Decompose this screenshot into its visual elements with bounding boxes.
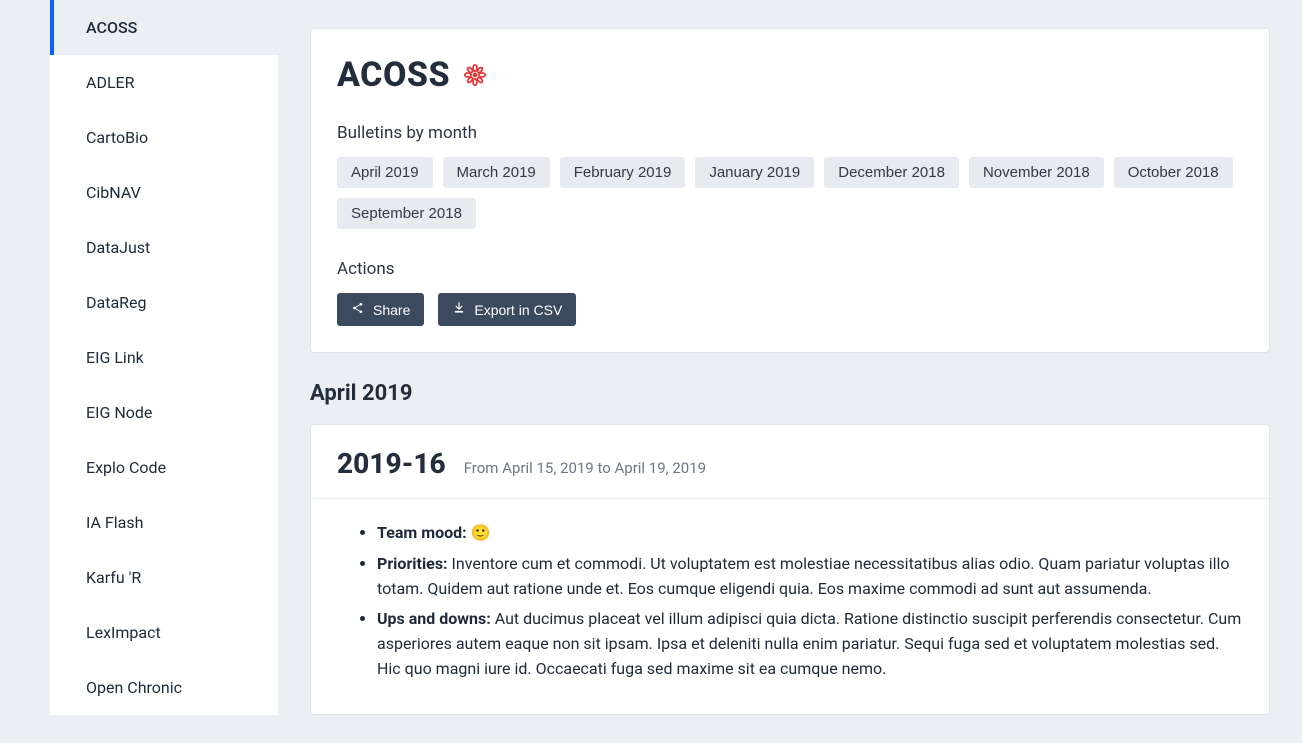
sidebar-item-label: ADLER <box>86 73 135 92</box>
sidebar-item-eig-link[interactable]: EIG Link <box>50 330 278 385</box>
sidebar-item-open-chronic[interactable]: Open Chronic <box>50 660 278 715</box>
sidebar-item-label: Open Chronic <box>86 678 182 697</box>
page-title: ACOSS <box>337 55 1243 95</box>
sidebar-item-karfu-r[interactable]: Karfu 'R <box>50 550 278 605</box>
bulletin-item-priorities: Priorities: Inventore cum et commodi. Ut… <box>377 552 1243 602</box>
sidebar-item-label: LexImpact <box>86 623 161 642</box>
download-icon <box>452 301 466 318</box>
bulletin-card: 2019-16 From April 15, 2019 to April 19,… <box>310 424 1270 715</box>
month-heading: April 2019 <box>310 381 1270 406</box>
share-button-label: Share <box>373 302 410 318</box>
share-button[interactable]: Share <box>337 293 424 326</box>
mood-label: Team mood: <box>377 523 467 542</box>
priorities-text: Inventore cum et commodi. Ut voluptatem … <box>377 554 1230 598</box>
actions-label: Actions <box>337 259 1243 279</box>
sidebar-item-label: EIG Link <box>86 348 144 367</box>
sidebar-item-label: Karfu 'R <box>86 568 141 587</box>
sidebar-item-datajust[interactable]: DataJust <box>50 220 278 275</box>
share-icon <box>351 301 365 318</box>
project-header-card: ACOSS Bulletins by month <box>310 28 1270 353</box>
bulletin-header: 2019-16 From April 15, 2019 to April 19,… <box>311 425 1269 499</box>
sidebar: ACOSS ADLER CartoBio CibNAV DataJust DataReg E… <box>0 0 278 743</box>
month-chip-january-2019[interactable]: January 2019 <box>695 157 814 188</box>
bulletin-body: Team mood: 🙂 Priorities: Inventore cum e… <box>311 499 1269 714</box>
page-title-text: ACOSS <box>337 55 450 95</box>
bulletin-item-mood: Team mood: 🙂 <box>377 521 1243 546</box>
sidebar-item-label: CibNAV <box>86 183 141 202</box>
month-chip-march-2019[interactable]: March 2019 <box>443 157 550 188</box>
month-chip-october-2018[interactable]: October 2018 <box>1114 157 1233 188</box>
bulletin-dates: From April 15, 2019 to April 19, 2019 <box>464 459 706 477</box>
ups-text: Aut ducimus placeat vel illum adipisci q… <box>377 609 1241 678</box>
priorities-label: Priorities: <box>377 554 448 573</box>
sidebar-item-explo-code[interactable]: Explo Code <box>50 440 278 495</box>
sidebar-item-label: EIG Node <box>86 403 152 422</box>
mood-emoji: 🙂 <box>471 523 491 542</box>
bulletin-item-ups: Ups and downs: Aut ducimus placeat vel i… <box>377 607 1243 681</box>
sidebar-item-cartobio[interactable]: CartoBio <box>50 110 278 165</box>
sidebar-item-label: ACOSS <box>86 18 137 37</box>
sidebar-item-label: DataReg <box>86 293 146 312</box>
sidebar-item-cibnav[interactable]: CibNAV <box>50 165 278 220</box>
sidebar-item-label: IA Flash <box>86 513 143 532</box>
month-chip-december-2018[interactable]: December 2018 <box>824 157 959 188</box>
bulletins-label: Bulletins by month <box>337 123 1243 143</box>
sidebar-item-eig-node[interactable]: EIG Node <box>50 385 278 440</box>
month-chip-row: April 2019 March 2019 February 2019 January… <box>337 157 1243 229</box>
month-chip-september-2018[interactable]: September 2018 <box>337 198 476 229</box>
month-chip-november-2018[interactable]: November 2018 <box>969 157 1104 188</box>
bulletin-id: 2019-16 <box>337 447 446 480</box>
flower-icon <box>462 62 488 88</box>
month-chip-april-2019[interactable]: April 2019 <box>337 157 433 188</box>
actions-row: Share Export in CSV <box>337 293 1243 326</box>
export-csv-button[interactable]: Export in CSV <box>438 293 576 326</box>
sidebar-item-label: CartoBio <box>86 128 148 147</box>
sidebar-item-label: Explo Code <box>86 458 166 477</box>
sidebar-item-leximpact[interactable]: LexImpact <box>50 605 278 660</box>
ups-label: Ups and downs: <box>377 609 491 628</box>
sidebar-item-ia-flash[interactable]: IA Flash <box>50 495 278 550</box>
month-chip-february-2019[interactable]: February 2019 <box>560 157 686 188</box>
sidebar-item-acoss[interactable]: ACOSS <box>50 0 278 55</box>
export-button-label: Export in CSV <box>474 302 562 318</box>
main-content: ACOSS Bulletins by month <box>278 0 1302 743</box>
sidebar-item-datareg[interactable]: DataReg <box>50 275 278 330</box>
sidebar-item-label: DataJust <box>86 238 150 257</box>
sidebar-item-adler[interactable]: ADLER <box>50 55 278 110</box>
